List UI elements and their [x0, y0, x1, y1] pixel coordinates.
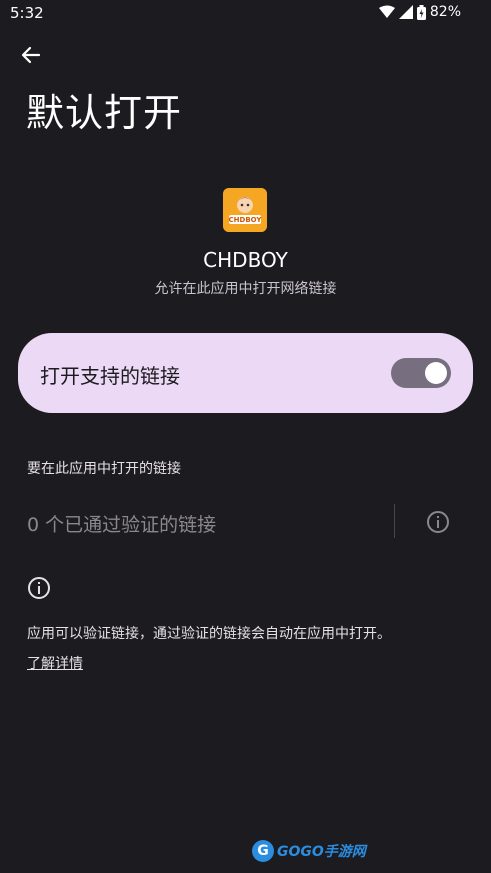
arrow-back-icon: [21, 45, 41, 69]
battery-percent: 82%: [429, 4, 461, 20]
app-icon-label: CHDBOY: [229, 216, 263, 224]
info-icon: [27, 576, 51, 600]
back-button[interactable]: [16, 42, 46, 72]
status-icons: 82%: [378, 4, 461, 20]
page-title: 默认打开: [26, 91, 183, 135]
switch-knob: [425, 362, 447, 384]
watermark: G GOGO手游网: [252, 840, 366, 862]
app-icon: CHDBOY: [223, 188, 267, 232]
verified-links-row[interactable]: 0 个已通过验证的链接: [0, 500, 491, 544]
app-name: CHDBOY: [203, 248, 288, 272]
row-divider: [394, 504, 395, 538]
info-icon[interactable]: [426, 510, 450, 534]
verification-info-text: 应用可以验证链接，通过验证的链接会自动在应用中打开。: [27, 626, 391, 642]
battery-icon: [416, 4, 426, 20]
status-time: 5:32: [10, 4, 44, 22]
learn-more-link[interactable]: 了解详情: [27, 653, 83, 673]
app-description: 允许在此应用中打开网络链接: [154, 281, 337, 297]
wifi-icon: [378, 5, 395, 19]
toggle-label: 打开支持的链接: [40, 364, 180, 388]
watermark-logo-icon: G: [252, 840, 274, 862]
links-section-header: 要在此应用中打开的链接: [27, 461, 181, 477]
open-supported-links-toggle[interactable]: 打开支持的链接: [18, 333, 473, 413]
toggle-switch[interactable]: [391, 358, 451, 388]
watermark-text: GOGO手游网: [277, 844, 366, 860]
signal-icon: [398, 5, 413, 19]
status-bar: 5:32 82%: [0, 0, 491, 28]
verified-links-text: 0 个已通过验证的链接: [27, 514, 217, 536]
